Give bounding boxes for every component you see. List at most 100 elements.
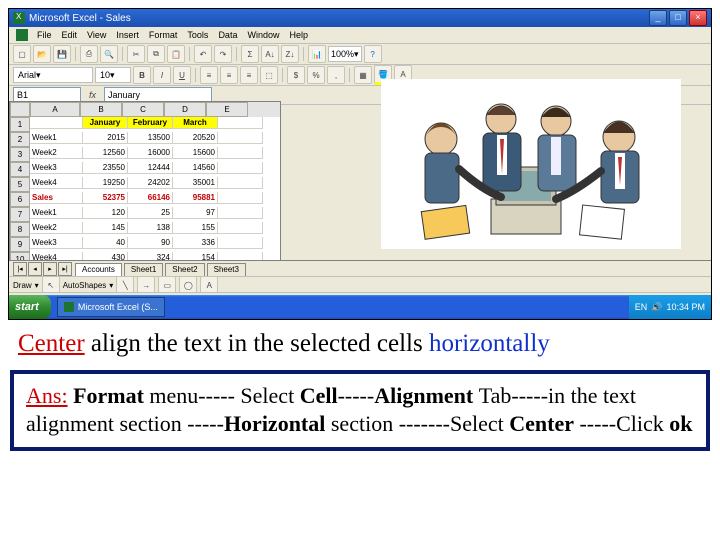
cell[interactable]: Week1: [30, 132, 83, 144]
sheet-tab[interactable]: Sheet2: [165, 263, 204, 276]
menu-edit[interactable]: Edit: [62, 30, 78, 40]
cell[interactable]: [218, 237, 263, 249]
col-header[interactable]: A: [30, 102, 80, 117]
cell[interactable]: Week1: [30, 207, 83, 219]
menu-format[interactable]: Format: [149, 30, 178, 40]
row-header[interactable]: 1: [10, 117, 30, 132]
align-center-icon[interactable]: ≡: [220, 66, 238, 84]
merge-icon[interactable]: ⬚: [260, 66, 278, 84]
col-header[interactable]: C: [122, 102, 164, 117]
comma-icon[interactable]: ,: [327, 66, 345, 84]
copy-icon[interactable]: ⧉: [147, 45, 165, 63]
select-all-corner[interactable]: [10, 102, 30, 117]
save-icon[interactable]: 💾: [53, 45, 71, 63]
cell[interactable]: 24202: [128, 177, 173, 189]
sort-desc-icon[interactable]: Z↓: [281, 45, 299, 63]
cell[interactable]: Week2: [30, 222, 83, 234]
menu-view[interactable]: View: [87, 30, 106, 40]
cell[interactable]: 12560: [83, 147, 128, 159]
cell[interactable]: Week3: [30, 162, 83, 174]
menu-insert[interactable]: Insert: [116, 30, 139, 40]
cell[interactable]: 2015: [83, 132, 128, 144]
underline-icon[interactable]: U: [173, 66, 191, 84]
minimize-button[interactable]: _: [649, 10, 667, 26]
row-header[interactable]: 6: [10, 192, 30, 207]
row-header[interactable]: 3: [10, 147, 30, 162]
row-header[interactable]: 4: [10, 162, 30, 177]
bold-icon[interactable]: B: [133, 66, 151, 84]
cell[interactable]: Sales: [30, 192, 83, 204]
cell[interactable]: 13500: [128, 132, 173, 144]
cell[interactable]: [218, 147, 263, 159]
menu-data[interactable]: Data: [218, 30, 237, 40]
cell[interactable]: [218, 207, 263, 219]
percent-icon[interactable]: %: [307, 66, 325, 84]
open-icon[interactable]: 📂: [33, 45, 51, 63]
cell[interactable]: [30, 117, 83, 129]
row-header[interactable]: 9: [10, 237, 30, 252]
cell[interactable]: [218, 132, 263, 144]
sum-icon[interactable]: Σ: [241, 45, 259, 63]
align-left-icon[interactable]: ≡: [200, 66, 218, 84]
col-header[interactable]: E: [206, 102, 248, 117]
italic-icon[interactable]: I: [153, 66, 171, 84]
sheet-tab[interactable]: Sheet1: [124, 263, 163, 276]
chart-icon[interactable]: 📊: [308, 45, 326, 63]
row-header[interactable]: 2: [10, 132, 30, 147]
cell[interactable]: 120: [83, 207, 128, 219]
tab-nav-prev-icon[interactable]: ◂: [28, 262, 42, 276]
cell[interactable]: [218, 222, 263, 234]
align-right-icon[interactable]: ≡: [240, 66, 258, 84]
tab-nav-last-icon[interactable]: ▸|: [58, 262, 72, 276]
draw-menu[interactable]: Draw: [13, 281, 32, 290]
menu-file[interactable]: File: [37, 30, 52, 40]
cell[interactable]: [218, 117, 263, 129]
cell[interactable]: 336: [173, 237, 218, 249]
cell[interactable]: March: [173, 117, 218, 129]
menu-tools[interactable]: Tools: [187, 30, 208, 40]
help-icon[interactable]: ?: [364, 45, 382, 63]
row-header[interactable]: 7: [10, 207, 30, 222]
cell[interactable]: 97: [173, 207, 218, 219]
cell[interactable]: [218, 177, 263, 189]
cell[interactable]: 90: [128, 237, 173, 249]
currency-icon[interactable]: $: [287, 66, 305, 84]
cell[interactable]: Week4: [30, 177, 83, 189]
menu-help[interactable]: Help: [289, 30, 308, 40]
undo-icon[interactable]: ↶: [194, 45, 212, 63]
cell[interactable]: Week3: [30, 237, 83, 249]
paste-icon[interactable]: 📋: [167, 45, 185, 63]
cell[interactable]: 12444: [128, 162, 173, 174]
cell[interactable]: 66146: [128, 192, 173, 204]
cell[interactable]: 20520: [173, 132, 218, 144]
cell[interactable]: 138: [128, 222, 173, 234]
borders-icon[interactable]: ▦: [354, 66, 372, 84]
maximize-button[interactable]: □: [669, 10, 687, 26]
menu-window[interactable]: Window: [247, 30, 279, 40]
cell[interactable]: 145: [83, 222, 128, 234]
preview-icon[interactable]: 🔍: [100, 45, 118, 63]
cell[interactable]: 35001: [173, 177, 218, 189]
cut-icon[interactable]: ✂: [127, 45, 145, 63]
font-size-select[interactable]: 10 ▾: [95, 67, 131, 83]
system-tray[interactable]: EN 🔊 10:34 PM: [629, 295, 711, 319]
col-header[interactable]: B: [80, 102, 122, 117]
cell[interactable]: January: [83, 117, 128, 129]
row-header[interactable]: 8: [10, 222, 30, 237]
language-indicator[interactable]: EN: [635, 302, 648, 312]
tab-nav-first-icon[interactable]: |◂: [13, 262, 27, 276]
cell[interactable]: 15600: [173, 147, 218, 159]
cell[interactable]: February: [128, 117, 173, 129]
cell[interactable]: [218, 192, 263, 204]
sheet-tab[interactable]: Sheet3: [207, 263, 246, 276]
sort-asc-icon[interactable]: A↓: [261, 45, 279, 63]
cell[interactable]: 52375: [83, 192, 128, 204]
cell[interactable]: 14560: [173, 162, 218, 174]
print-icon[interactable]: ⎙: [80, 45, 98, 63]
cell[interactable]: 19250: [83, 177, 128, 189]
cell[interactable]: 40: [83, 237, 128, 249]
cell[interactable]: 155: [173, 222, 218, 234]
cell[interactable]: 95881: [173, 192, 218, 204]
redo-icon[interactable]: ↷: [214, 45, 232, 63]
new-icon[interactable]: ▢: [13, 45, 31, 63]
